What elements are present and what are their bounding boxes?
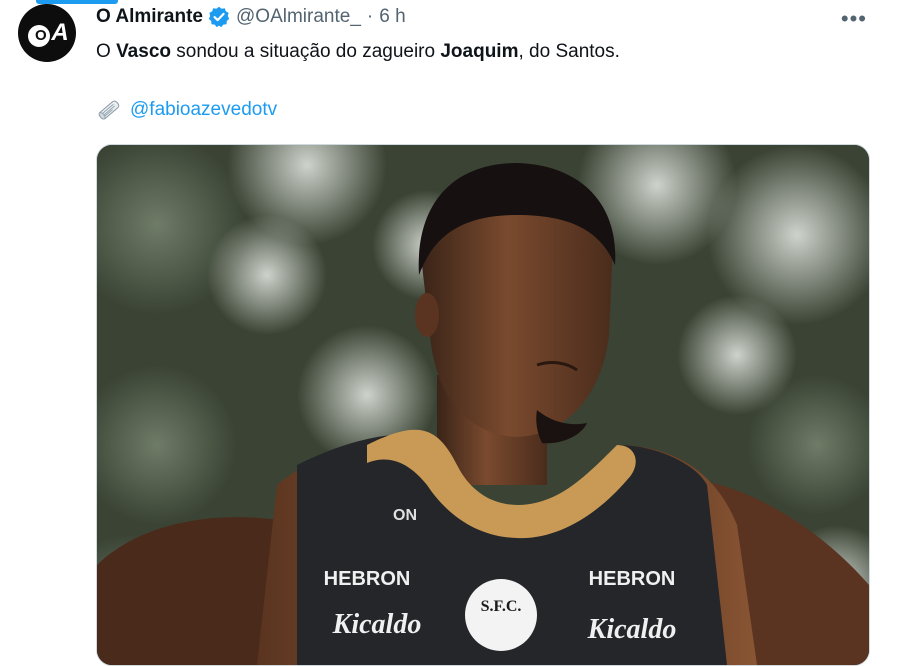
player-photo: S.F.C. HEBRON HEBRON Kicaldo Kicaldo ON xyxy=(97,145,869,665)
text-bold-vasco: Vasco xyxy=(116,41,171,62)
text-part: sondou a situação do zagueiro xyxy=(171,41,441,62)
shirt-left-sponsor: Kicaldo xyxy=(332,609,422,640)
shirt-right-brand: HEBRON xyxy=(589,568,676,590)
avatar-logo-o: O xyxy=(28,25,51,47)
mention-line: @fabioazevedotv xyxy=(96,98,277,122)
author-handle[interactable]: @OAlmirante_ xyxy=(236,6,361,28)
tweet-image[interactable]: S.F.C. HEBRON HEBRON Kicaldo Kicaldo ON xyxy=(96,144,870,666)
shirt-left-brand: HEBRON xyxy=(324,568,411,590)
verified-badge-icon[interactable] xyxy=(208,6,230,28)
avatar-logo: OA xyxy=(28,19,69,47)
collar-text: ON xyxy=(393,507,417,524)
avatar[interactable]: OA xyxy=(18,4,76,62)
shirt-right-sponsor: Kicaldo xyxy=(587,614,677,645)
text-bold-joaquim: Joaquim xyxy=(440,41,519,62)
separator-dot: · xyxy=(366,6,374,27)
timestamp[interactable]: 6 h xyxy=(379,6,405,28)
text-part: , do Santos. xyxy=(518,41,620,62)
newspaper-icon xyxy=(98,100,120,120)
mention-link[interactable]: @fabioazevedotv xyxy=(130,99,277,121)
avatar-logo-a: A xyxy=(51,19,68,46)
author-name[interactable]: O Almirante xyxy=(96,6,203,28)
crest-text: S.F.C. xyxy=(481,598,522,615)
text-part: O xyxy=(96,41,117,62)
tweet-text: O Vasco sondou a situação do zagueiro Jo… xyxy=(96,40,620,64)
more-options-icon[interactable]: ••• xyxy=(841,6,867,32)
tweet-header: O Almirante @OAlmirante_ · 6 h xyxy=(96,6,406,28)
